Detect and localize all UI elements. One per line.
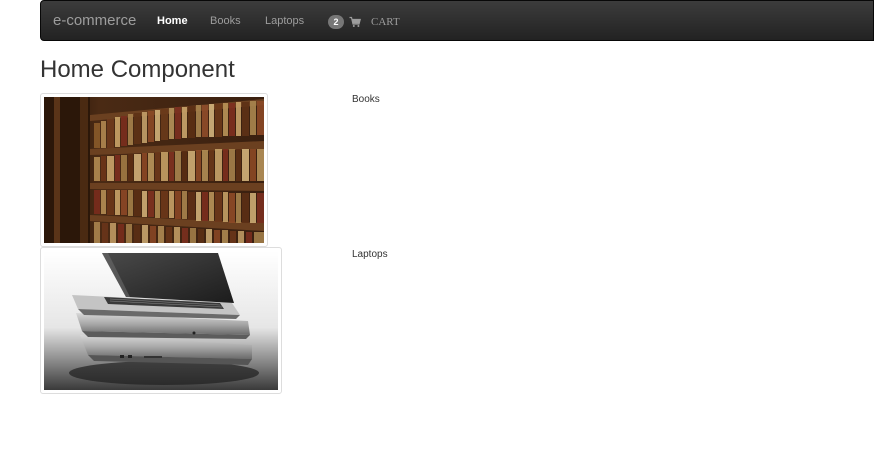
nav-link-laptops[interactable]: Laptops [265,15,304,27]
cart-link[interactable]: 2 CART [328,14,400,30]
laptops-thumbnail[interactable] [40,247,282,394]
bookshelf-image [44,97,264,243]
navbar: e-commerce Home Books Laptops 2 CART [40,0,874,41]
nav-link-books[interactable]: Books [210,15,241,27]
laptops-image [44,251,278,390]
category-label-laptops[interactable]: Laptops [352,249,388,260]
brand-link[interactable]: e-commerce [53,12,136,29]
category-label-books[interactable]: Books [352,94,380,105]
books-thumbnail[interactable] [40,93,268,247]
nav-link-home[interactable]: Home [157,15,188,27]
cart-count-badge: 2 [328,15,344,29]
shopping-cart-icon [349,16,361,27]
page-title: Home Component [40,56,235,83]
cart-label: CART [371,16,400,28]
